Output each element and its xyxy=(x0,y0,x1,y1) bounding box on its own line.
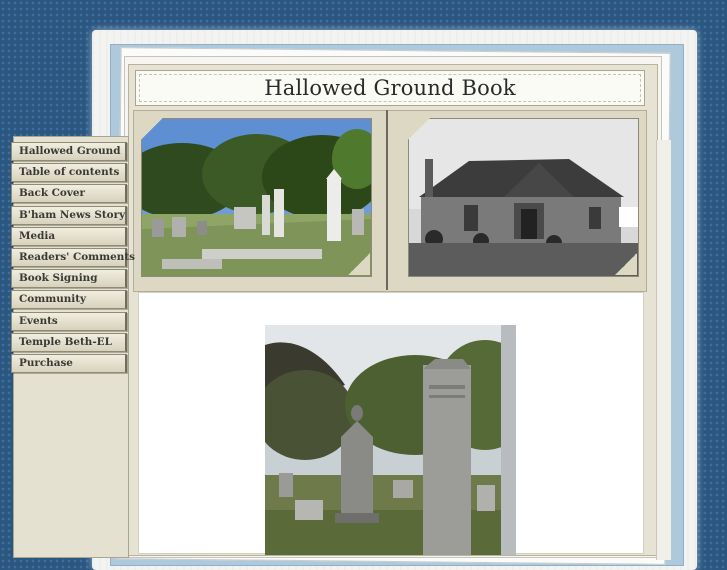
nav-item-book-signing[interactable]: Book Signing xyxy=(11,269,127,289)
nav-item-label: Community xyxy=(19,293,87,306)
nav-item-readers-comments[interactable]: Readers' Comments xyxy=(11,247,135,267)
main-content xyxy=(138,292,644,555)
nav-item-label: Media xyxy=(19,229,56,242)
right-paper-edge xyxy=(656,140,671,560)
photo-corner xyxy=(141,118,163,140)
nav-item-back-cover[interactable]: Back Cover xyxy=(11,184,127,204)
photo-corner xyxy=(615,253,637,275)
nav-item-label: Temple Beth-EL xyxy=(19,335,112,348)
nav-item-bham-news-story[interactable]: B'ham News Story xyxy=(11,205,127,225)
cemetery-color-photo xyxy=(141,118,372,277)
nav-item-community[interactable]: Community xyxy=(11,290,127,310)
photo-corner xyxy=(408,118,430,140)
nav-item-media[interactable]: Media xyxy=(11,226,127,246)
photo-corner xyxy=(348,253,370,275)
nav-item-temple-beth-el[interactable]: Temple Beth-EL xyxy=(11,332,127,352)
nav-item-label: Purchase xyxy=(19,356,73,369)
page-title: Hallowed Ground Book xyxy=(264,76,516,100)
nav-item-label: Book Signing xyxy=(19,272,98,285)
nav-item-table-of-contents[interactable]: Table of contents xyxy=(11,163,127,183)
cemetery-monuments-photo xyxy=(265,325,516,555)
nav-item-label: Table of contents xyxy=(19,166,120,179)
nav-item-events[interactable]: Events xyxy=(11,311,127,331)
temple-building-bw-photo xyxy=(408,118,639,277)
nav-item-label: Back Cover xyxy=(19,187,85,200)
nav-item-label: Hallowed Ground xyxy=(19,145,121,157)
nav-item-hallowed-ground[interactable]: Hallowed Ground xyxy=(11,142,127,161)
main-navigation: Hallowed Ground Table of contents Back C… xyxy=(11,142,135,375)
title-banner: Hallowed Ground Book xyxy=(135,70,645,106)
nav-item-purchase[interactable]: Purchase xyxy=(11,353,127,373)
nav-item-label: Readers' Comments xyxy=(19,250,135,263)
nav-item-label: Events xyxy=(19,314,58,327)
nav-item-label: B'ham News Story xyxy=(19,208,126,221)
photo-divider xyxy=(386,110,388,290)
